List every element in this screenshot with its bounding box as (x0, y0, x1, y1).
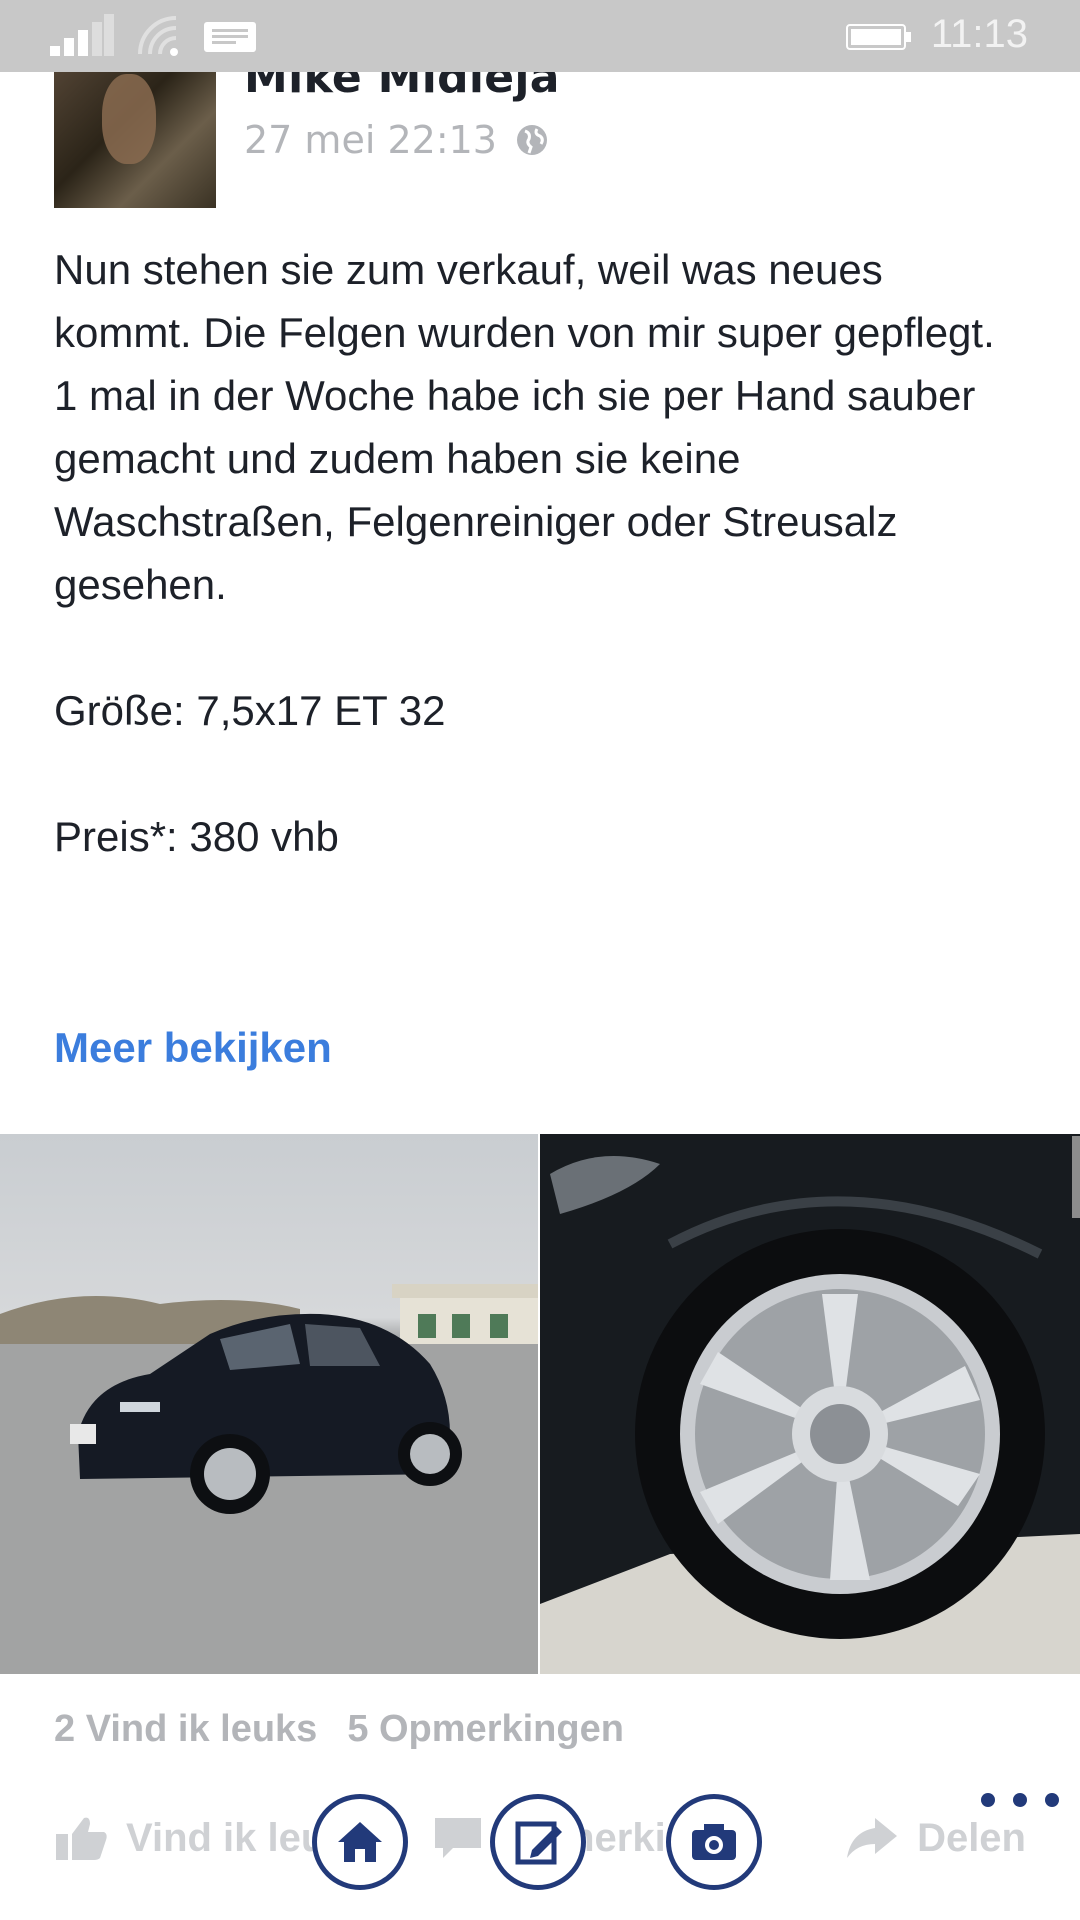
share-button[interactable]: Delen (845, 1814, 1026, 1862)
camera-icon (692, 1824, 736, 1860)
scrollbar-thumb[interactable] (1072, 1136, 1080, 1218)
post-text: Nun stehen sie zum verkauf, weil was neu… (54, 238, 1014, 868)
edit-icon (515, 1821, 562, 1865)
battery-icon (846, 24, 911, 50)
like-button[interactable]: Vind ik leuk (54, 1814, 348, 1862)
wheel-photo[interactable] (540, 1134, 1080, 1674)
post-stats: 2 Vind ik leuks 5 Opmerkingen (54, 1708, 624, 1751)
post-paragraph: Nun stehen sie zum verkauf, weil was neu… (54, 246, 995, 356)
comment-icon (435, 1818, 482, 1858)
home-icon (338, 1822, 382, 1862)
status-bar: 11:13 (0, 0, 1080, 72)
camera-button[interactable] (666, 1794, 762, 1890)
message-icon (204, 22, 256, 52)
see-more-link[interactable]: Meer bekijken (54, 1024, 332, 1072)
car-photo[interactable] (0, 1134, 538, 1674)
post-paragraph-price: Preis*: 380 vhb (54, 813, 339, 860)
likes-count[interactable]: 2 Vind ik leuks (54, 1708, 317, 1751)
post-paragraph-size: Größe: 7,5x17 ET 32 (54, 687, 446, 734)
signal-icon (50, 14, 114, 56)
post-meta: 27 mei 22:13 (244, 118, 549, 162)
wifi-icon (138, 16, 178, 56)
post-timestamp[interactable]: 27 mei 22:13 (244, 118, 497, 162)
share-label: Delen (917, 1815, 1026, 1860)
home-button[interactable] (312, 1794, 408, 1890)
compose-button[interactable] (490, 1794, 586, 1890)
comments-count[interactable]: 5 Opmerkingen (347, 1708, 624, 1751)
post-paragraph: 1 mal in der Woche habe ich sie per Hand… (54, 372, 976, 608)
thumbs-up-icon (56, 1817, 107, 1860)
globe-icon (516, 125, 547, 155)
share-icon (847, 1818, 898, 1858)
clock: 11:13 (930, 12, 1028, 56)
